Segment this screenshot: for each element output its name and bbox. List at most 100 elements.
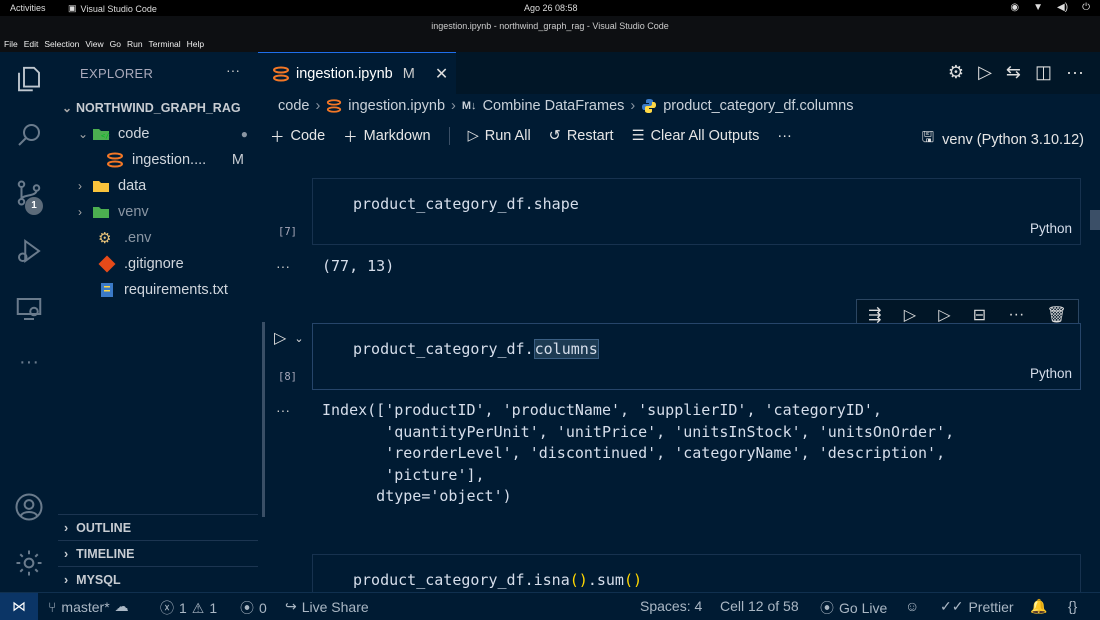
files-icon[interactable] [14, 64, 44, 94]
tree-file-ingestion[interactable]: ingestion.... M [106, 148, 256, 172]
output-more-button[interactable]: ··· [276, 258, 290, 274]
run-debug-icon[interactable] [14, 236, 44, 266]
execute-above-icon[interactable]: ⇶ [868, 305, 881, 325]
menu-edit[interactable]: Edit [24, 36, 39, 52]
menu-bar: File Edit Selection View Go Run Terminal… [0, 36, 1100, 52]
clock[interactable]: Ago 26 08:58 [524, 3, 578, 13]
activities-button[interactable]: Activities [10, 3, 46, 13]
menu-help[interactable]: Help [187, 36, 204, 52]
section-timeline[interactable]: › TIMELINE [64, 542, 135, 566]
cell-output: Index(['productID', 'productName', 'supp… [322, 401, 955, 505]
add-markdown-button[interactable]: ＋ Markdown [343, 126, 430, 147]
more-icon[interactable]: ··· [14, 352, 44, 382]
clear-outputs-button[interactable]: ☰ Clear All Outputs [632, 128, 760, 144]
app-menu[interactable]: ▣ Visual Studio Code [68, 3, 157, 14]
power-icon[interactable]: ⏻ [1082, 2, 1090, 13]
add-code-button[interactable]: ＋ Code [270, 126, 325, 147]
execute-cell-and-above-icon[interactable]: ▷ [904, 305, 916, 325]
delete-icon[interactable]: 🗑 [1047, 305, 1067, 325]
git-icon [98, 255, 116, 273]
warning-icon: ⚠ [191, 599, 205, 616]
branch-indicator[interactable]: ⑂ master* ☁ [48, 598, 129, 615]
more-icon[interactable]: ··· [1008, 306, 1024, 324]
section-mysql[interactable]: › MYSQL [64, 568, 121, 592]
tree-folder-venv[interactable]: › venv [78, 200, 149, 224]
tab-bar: ingestion.ipynb M ✕ ⚙ ▷ ⇆ ◫ ··· [258, 52, 1100, 94]
restart-button[interactable]: ↺ Restart [549, 128, 614, 144]
breadcrumb-section[interactable]: Combine DataFrames [483, 98, 625, 114]
chevron-right-icon: › [78, 179, 82, 193]
modified-badge: M [231, 152, 244, 168]
cell-code[interactable]: product_category_df.columns [353, 339, 599, 359]
live-share-button[interactable]: ↪ Live Share [285, 598, 369, 615]
cell-indicator[interactable]: Cell 12 of 58 [720, 598, 799, 614]
check-icon: ✓✓ [940, 598, 964, 614]
problems-indicator[interactable]: ⓧ 1 ⚠ 1 [160, 598, 217, 618]
breadcrumb-file[interactable]: ingestion.ipynb [348, 98, 445, 114]
folder-env-icon [93, 207, 109, 218]
code-cell[interactable]: product_category_df.shape Python [312, 178, 1081, 245]
cell-language[interactable]: Python [1030, 221, 1072, 236]
braces-icon[interactable]: {} [1068, 598, 1077, 614]
close-icon[interactable]: ✕ [435, 64, 448, 84]
output-more-button[interactable]: ··· [276, 402, 290, 418]
tree-file-gitignore[interactable]: .gitignore [98, 252, 184, 276]
run-cell-icon[interactable]: ▷ [274, 328, 286, 348]
breadcrumb-folder[interactable]: code [278, 98, 309, 114]
plus-icon: ＋ [270, 129, 285, 146]
tree-folder-data[interactable]: › data [78, 174, 146, 198]
divider [448, 127, 450, 145]
go-live-button[interactable]: ⦿ Go Live [820, 598, 887, 618]
explorer-more-button[interactable]: ··· [226, 62, 240, 78]
scrollbar-thumb[interactable] [1090, 210, 1100, 230]
run-icon[interactable]: ▷ [978, 62, 992, 83]
menu-view[interactable]: View [85, 36, 103, 52]
toolbar-more-button[interactable]: ··· [777, 128, 792, 144]
sync-icon: ☁ [114, 598, 129, 614]
more-actions-icon[interactable]: ··· [1066, 62, 1084, 83]
menu-file[interactable]: File [4, 36, 18, 52]
error-icon: ⓧ [160, 600, 174, 616]
ports-indicator[interactable]: ⦿ 0 [240, 598, 267, 618]
cell-output: (77, 13) [322, 257, 395, 275]
tab-ingestion-ipynb[interactable]: ingestion.ipynb M ✕ [258, 52, 456, 94]
wifi-icon[interactable]: ▼ [1033, 2, 1043, 13]
section-outline[interactable]: › OUTLINE [64, 516, 131, 540]
workspace-root[interactable]: ⌄ NORTHWIND_GRAPH_RAG [62, 96, 241, 120]
remote-explorer-icon[interactable] [14, 294, 44, 324]
broadcast-icon: ⦿ [820, 600, 834, 616]
gear-icon[interactable]: ⚙ [948, 62, 964, 83]
indentation-indicator[interactable]: Spaces: 4 [640, 598, 702, 614]
search-icon[interactable] [14, 120, 44, 150]
settings-gear-icon[interactable] [14, 548, 44, 578]
split-cell-icon[interactable]: ⊟ [973, 305, 986, 325]
notifications-bell-icon[interactable]: 🔔 [1030, 598, 1047, 615]
menu-go[interactable]: Go [110, 36, 121, 52]
tree-file-env[interactable]: ⚙ .env [98, 226, 151, 250]
chevron-down-icon: ⌄ [62, 101, 73, 115]
code-cell-focused[interactable]: product_category_df.columns Python [312, 323, 1081, 390]
menu-terminal[interactable]: Terminal [149, 36, 181, 52]
split-editor-icon[interactable]: ◫ [1035, 62, 1052, 83]
breadcrumb-symbol[interactable]: product_category_df.columns [663, 98, 853, 114]
chrome-icon[interactable]: ◉ [1010, 2, 1019, 13]
menu-run[interactable]: Run [127, 36, 143, 52]
chevron-down-icon[interactable]: ⌄ [294, 332, 303, 345]
notebook-editor: ingestion.ipynb M ✕ ⚙ ▷ ⇆ ◫ ··· code › i… [258, 52, 1100, 614]
prettier-button[interactable]: ✓✓ Prettier [940, 598, 1014, 615]
run-all-button[interactable]: ▷ Run All [468, 128, 531, 144]
kernel-picker[interactable]: 🖫 venv (Python 3.10.12) [922, 127, 1084, 152]
cell-code[interactable]: product_category_df.shape [353, 195, 579, 213]
volume-icon[interactable]: ◀) [1057, 2, 1068, 13]
tree-file-requirements[interactable]: requirements.txt [98, 278, 228, 302]
account-icon[interactable] [14, 492, 44, 522]
menu-selection[interactable]: Selection [44, 36, 79, 52]
execute-cell-and-below-icon[interactable]: ▷ [938, 305, 950, 325]
compare-icon[interactable]: ⇆ [1006, 62, 1021, 83]
remote-indicator-icon[interactable]: ⋈ [0, 593, 38, 620]
system-tray[interactable]: ◉ ▼ ◀) ⏻ [1010, 2, 1090, 13]
cell-language[interactable]: Python [1030, 366, 1072, 381]
tree-folder-code[interactable]: ⌄ </> code ● [78, 122, 256, 146]
cell-code[interactable]: product_category_df.isna().sum() [353, 571, 642, 589]
copilot-icon[interactable]: ☺ [905, 598, 919, 614]
